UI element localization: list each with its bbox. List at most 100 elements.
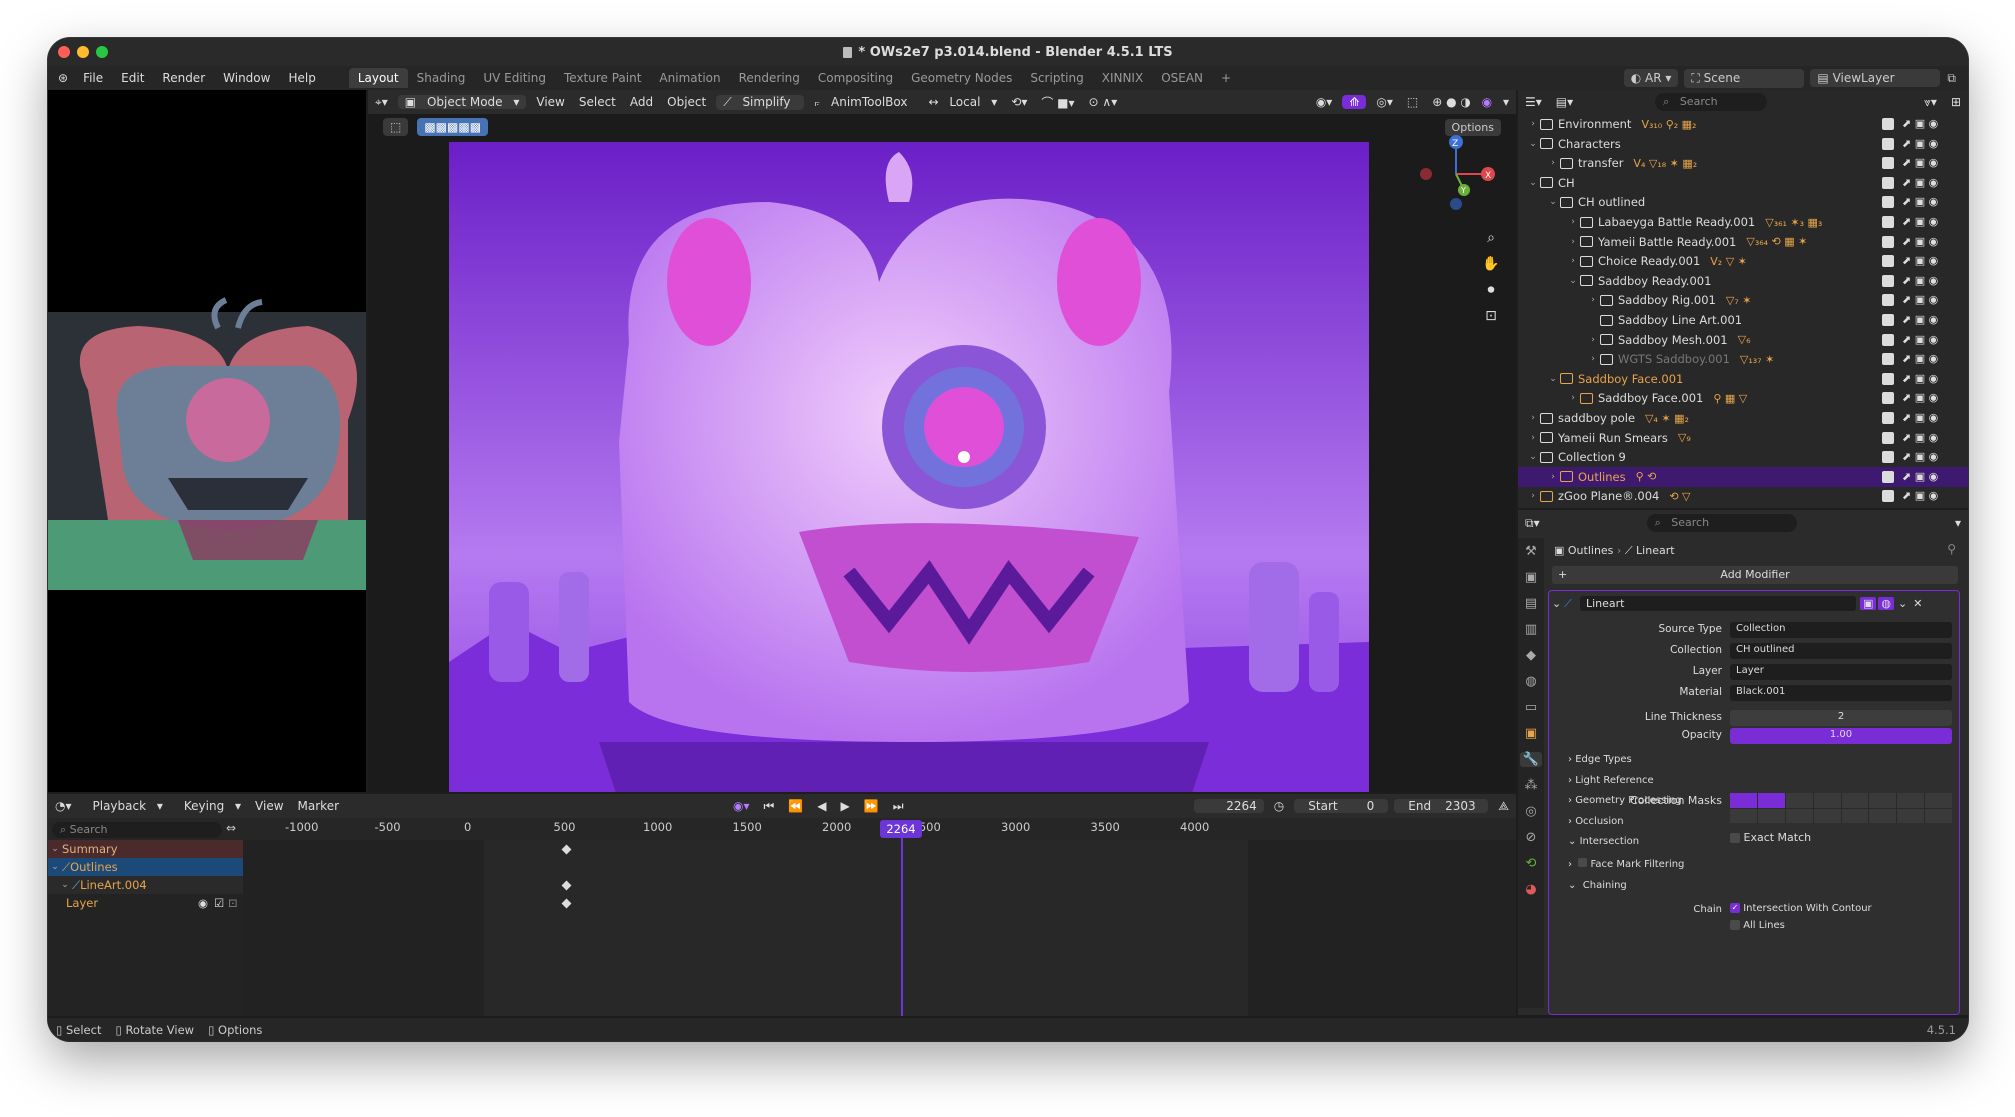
chaining-section[interactable]: ⌄ Chaining bbox=[1568, 880, 1627, 891]
restriction-toggles-icon[interactable]: ⬈ ▣ ◉ bbox=[1902, 333, 1938, 346]
all-lines-checkbox[interactable]: All Lines bbox=[1730, 920, 1785, 931]
tab-uv-editing[interactable]: UV Editing bbox=[474, 68, 555, 88]
restriction-toggles-icon[interactable]: ⬈ ▣ ◉ bbox=[1902, 391, 1938, 404]
lock-icon[interactable]: ⊡ bbox=[1485, 308, 1497, 324]
outliner-row[interactable]: ⌄ Saddboy Ready.001 ⬈ ▣ ◉ bbox=[1518, 271, 1968, 291]
dope-sheet[interactable]: ◔▾ Playback ▾ Keying ▾ View Marker ◉▾ ⏮ … bbox=[48, 794, 1516, 1016]
outliner-row[interactable]: › WGTS Saddboy.001 ▽₁₃₇ ✶ ⬈ ▣ ◉ bbox=[1518, 349, 1968, 369]
menu-render[interactable]: Render bbox=[153, 71, 214, 85]
tab-rendering[interactable]: Rendering bbox=[730, 68, 809, 88]
select-tool-icon[interactable]: ⬚ bbox=[383, 118, 409, 136]
tab-scripting[interactable]: Scripting bbox=[1021, 68, 1092, 88]
start-frame-field[interactable]: Start 0 bbox=[1294, 799, 1389, 813]
next-keyframe-icon[interactable]: ⏩ bbox=[857, 799, 886, 813]
collection-masks-grid[interactable] bbox=[1730, 793, 1952, 823]
collection-tab-icon[interactable]: ▭ bbox=[1525, 700, 1537, 715]
pivot-icon[interactable]: ⟲▾ bbox=[1004, 95, 1034, 109]
restriction-toggles-icon[interactable]: ⬈ ▣ ◉ bbox=[1902, 313, 1938, 326]
render-tab-icon[interactable]: ▣ bbox=[1525, 570, 1537, 585]
section-edge-types[interactable]: › Edge Types bbox=[1568, 754, 1632, 765]
modifier-tab-icon[interactable]: 🔧 bbox=[1519, 752, 1543, 767]
view-layer-tab-icon[interactable]: ▥ bbox=[1525, 622, 1537, 637]
display-mode-icon[interactable]: ▤▾ bbox=[1549, 95, 1580, 109]
physics-tab-icon[interactable]: ◎ bbox=[1525, 804, 1536, 819]
tab-compositing[interactable]: Compositing bbox=[809, 68, 902, 88]
restriction-toggles-icon[interactable]: ⬈ ▣ ◉ bbox=[1902, 352, 1938, 365]
layer-field[interactable]: Layer bbox=[1730, 664, 1952, 680]
particles-tab-icon[interactable]: ⁂ bbox=[1525, 778, 1538, 793]
tab-xinnix[interactable]: XINNIX bbox=[1093, 68, 1152, 88]
zoom-window-button[interactable] bbox=[96, 46, 108, 58]
pan-hand-icon[interactable]: ✋ bbox=[1482, 256, 1499, 272]
keyframe-area[interactable] bbox=[243, 840, 1516, 1016]
exclude-checkbox[interactable] bbox=[1882, 451, 1894, 464]
image-editor[interactable] bbox=[48, 90, 366, 792]
source-type-field[interactable]: Collection bbox=[1730, 622, 1952, 638]
channel-lineart[interactable]: ⌄ ⟋ LineArt.004 bbox=[48, 876, 243, 894]
camera-icon[interactable]: ⏺ bbox=[1488, 282, 1495, 298]
view-menu[interactable]: View bbox=[529, 95, 571, 109]
marker-menu[interactable]: Marker bbox=[291, 799, 346, 813]
expand-arrow-icon[interactable]: ⌄ bbox=[1546, 374, 1560, 384]
restriction-toggles-icon[interactable]: ⬈ ▣ ◉ bbox=[1902, 117, 1938, 130]
tab-animation[interactable]: Animation bbox=[650, 68, 729, 88]
collapse-arrow-icon[interactable]: ⌄ bbox=[1552, 597, 1564, 610]
restriction-toggles-icon[interactable]: ⬈ ▣ ◉ bbox=[1902, 254, 1938, 267]
outliner-row[interactable]: Saddboy Line Art.001 ⬈ ▣ ◉ bbox=[1518, 310, 1968, 330]
channel-search[interactable]: ⌕ Search bbox=[52, 822, 222, 838]
keying-menu[interactable]: Keying ▾ bbox=[170, 799, 248, 813]
expand-arrow-icon[interactable]: › bbox=[1546, 472, 1560, 482]
filter-icon[interactable]: ⩔▾ bbox=[1917, 95, 1944, 110]
object-menu[interactable]: Object bbox=[660, 95, 713, 109]
expand-arrow-icon[interactable]: ⌄ bbox=[1526, 139, 1540, 149]
opacity-field[interactable]: 1.00 bbox=[1730, 728, 1952, 744]
outliner-row[interactable]: ⌄ CH ⬈ ▣ ◉ bbox=[1518, 173, 1968, 193]
restriction-toggles-icon[interactable]: ⬈ ▣ ◉ bbox=[1902, 137, 1938, 150]
record-button[interactable]: ◉▾ bbox=[726, 799, 757, 813]
exclude-checkbox[interactable] bbox=[1882, 255, 1894, 268]
new-viewlayer-icon[interactable]: ⧉ bbox=[1943, 71, 1968, 86]
outliner-row[interactable]: › Choice Ready.001 ᐯ₂ ▽ ✶ ⬈ ▣ ◉ bbox=[1518, 251, 1968, 271]
editor-type-icon[interactable]: ⌖▾ bbox=[368, 95, 395, 110]
restriction-toggles-icon[interactable]: ⬈ ▣ ◉ bbox=[1902, 235, 1938, 248]
xray-icon[interactable]: ⬚ bbox=[1400, 95, 1425, 109]
pin-icon[interactable]: ⚲ bbox=[1947, 542, 1956, 556]
exclude-checkbox[interactable] bbox=[1882, 118, 1894, 130]
data-tab-icon[interactable]: ⟲ bbox=[1526, 856, 1537, 871]
exclude-checkbox[interactable] bbox=[1882, 470, 1894, 483]
scene-selector[interactable]: ⛶ Scene bbox=[1684, 68, 1805, 88]
menu-file[interactable]: File bbox=[74, 71, 112, 85]
viewlayer-selector[interactable]: ▤ ViewLayer bbox=[1810, 69, 1941, 87]
snap-icon[interactable]: ⌒ ■▾ bbox=[1034, 94, 1081, 111]
expand-arrow-icon[interactable]: › bbox=[1526, 491, 1540, 501]
material-field[interactable]: Black.001 bbox=[1730, 685, 1952, 701]
exclude-checkbox[interactable] bbox=[1882, 314, 1894, 326]
expand-arrow-icon[interactable]: ⌄ bbox=[1526, 178, 1540, 188]
outliner-row[interactable]: › Environment ᐯ₃₁₀ ⚲₂ ▦₂ ⬈ ▣ ◉ bbox=[1518, 114, 1968, 134]
remove-modifier-icon[interactable]: ✕ bbox=[1913, 597, 1922, 610]
add-menu[interactable]: Add bbox=[623, 95, 660, 109]
outliner-row[interactable]: › transfer ᐯ₄ ▽₁₈ ✶ ▦₂ ⬈ ▣ ◉ bbox=[1518, 153, 1968, 173]
constraints-tab-icon[interactable]: ⊘ bbox=[1526, 830, 1537, 845]
gizmo-toggle[interactable]: ⟰ bbox=[1342, 95, 1367, 109]
restriction-toggles-icon[interactable]: ⬈ ▣ ◉ bbox=[1902, 176, 1938, 189]
expand-arrow-icon[interactable]: › bbox=[1566, 237, 1580, 247]
expand-arrow-icon[interactable]: › bbox=[1586, 295, 1600, 305]
outliner-row[interactable]: ⌄ Saddboy Face.001 ⬈ ▣ ◉ bbox=[1518, 369, 1968, 389]
restriction-toggles-icon[interactable]: ⬈ ▣ ◉ bbox=[1902, 489, 1938, 502]
expand-arrow-icon[interactable]: › bbox=[1526, 119, 1540, 129]
tab-texture-paint[interactable]: Texture Paint bbox=[555, 68, 650, 88]
restriction-toggles-icon[interactable]: ⬈ ▣ ◉ bbox=[1902, 431, 1938, 444]
outliner-row[interactable]: › Saddboy Face.001 ⚲ ▦ ▽ ⬈ ▣ ◉ bbox=[1518, 388, 1968, 408]
exclude-checkbox[interactable] bbox=[1882, 412, 1894, 424]
exclude-checkbox[interactable] bbox=[1882, 294, 1894, 307]
timeline-editor-icon[interactable]: ◔▾ bbox=[48, 799, 79, 813]
expand-arrow-icon[interactable]: › bbox=[1566, 393, 1580, 403]
restriction-toggles-icon[interactable]: ⬈ ▣ ◉ bbox=[1902, 411, 1938, 424]
animtoolbox-button[interactable]: ⟔ AnimToolBox bbox=[807, 95, 921, 110]
ar-selector[interactable]: ◐ AR ▾ bbox=[1623, 69, 1679, 87]
lock-icon[interactable]: ⊡ bbox=[228, 896, 238, 910]
expand-arrow-icon[interactable]: › bbox=[1586, 335, 1600, 345]
zoom-icon[interactable]: ⌕ bbox=[1487, 230, 1495, 246]
expand-arrow-icon[interactable]: ⌄ bbox=[1566, 276, 1580, 286]
